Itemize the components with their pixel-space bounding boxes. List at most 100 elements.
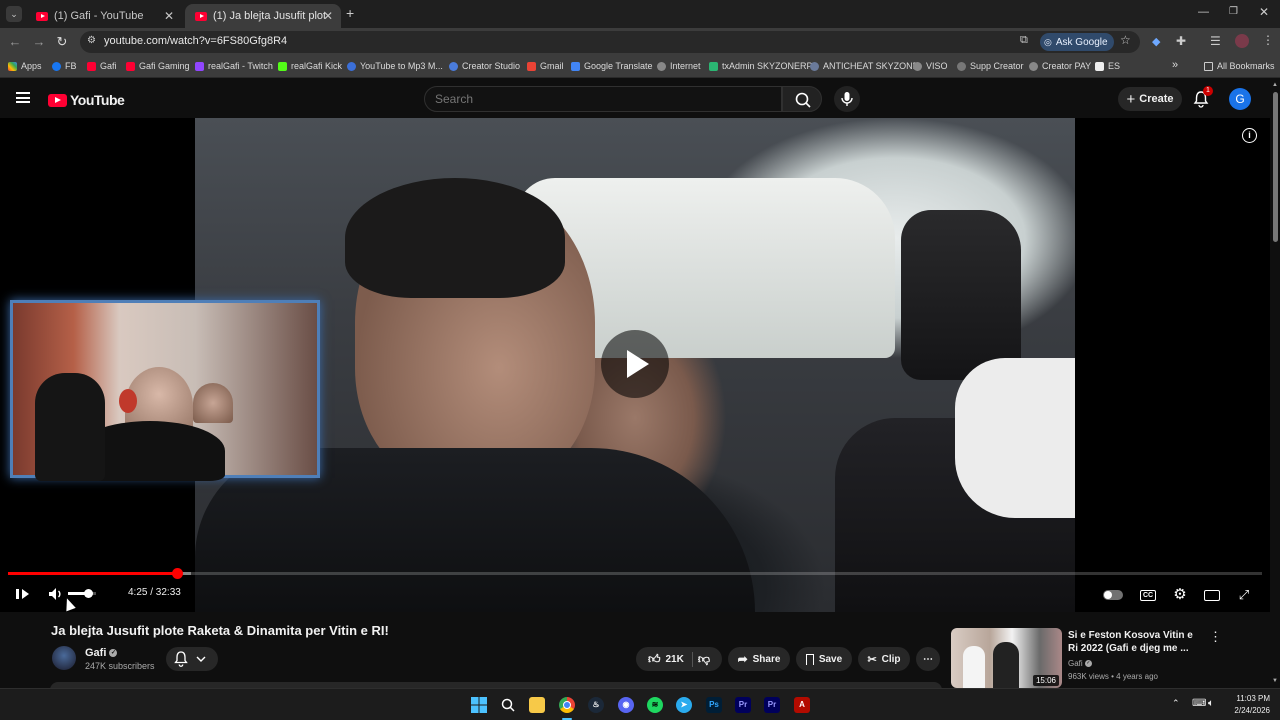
bookmark-realgafi-kick[interactable]: realGafi Kick (278, 61, 342, 71)
page-scrollbar[interactable]: ▲ ▼ (1270, 80, 1280, 688)
search-input[interactable] (424, 86, 782, 112)
fullscreen-button[interactable]: ⤢ (1234, 582, 1254, 606)
bookmark-apps[interactable]: Apps (8, 61, 42, 71)
more-actions-button[interactable]: ⋯ (916, 647, 940, 671)
address-bar[interactable]: ⚙ youtube.com/watch?v=6FS80Gfg8R4 ⧉ ☆ (80, 31, 1140, 53)
scroll-down-arrow-icon[interactable]: ▼ (1272, 678, 1278, 684)
windows-start-icon[interactable] (471, 697, 487, 713)
network-icon[interactable]: ⌨ (1192, 698, 1206, 709)
close-window-button[interactable]: ✕ (1259, 5, 1269, 19)
speaker-icon[interactable]: 🔈︎ (1208, 698, 1214, 709)
new-tab-button[interactable]: + (346, 5, 354, 21)
premiere-icon[interactable]: Pr (764, 697, 780, 713)
cast-icon[interactable]: ⧉ (1020, 34, 1028, 47)
voice-search-button[interactable] (834, 86, 860, 112)
related-video-meta: 963K views • 4 years ago (1068, 672, 1158, 681)
related-video-title[interactable]: Si e Feston Kosova Vitin e Ri 2022 (Gafi… (1068, 629, 1198, 655)
minimize-button[interactable]: — (1198, 6, 1209, 18)
channel-name[interactable]: Gafi ✓ (85, 647, 118, 659)
tab-gafi-youtube[interactable]: (1) Gafi - YouTube ✕ (26, 4, 182, 28)
bookmark-star-icon[interactable]: ☆ (1120, 33, 1131, 47)
video-player[interactable]: i 4:25 / 32:33 CC ⚙ ⤢ (0, 118, 1270, 612)
telegram-icon[interactable]: ➤ (676, 697, 692, 713)
bookmark-creator-pay[interactable]: Creator PAY (1029, 61, 1091, 71)
system-clock[interactable]: 11:03 PM 2/24/2026 (1224, 693, 1270, 717)
bookmark-es[interactable]: ES (1095, 61, 1120, 71)
tray-overflow-chevron-icon[interactable]: ⌃ (1172, 698, 1180, 709)
related-video-menu-icon[interactable]: ⋮ (1209, 629, 1222, 645)
share-button[interactable]: ➦ Share (728, 647, 790, 671)
autoplay-toggle[interactable] (1102, 582, 1124, 606)
steam-icon[interactable]: ♨ (588, 697, 604, 713)
forward-button[interactable]: → (30, 33, 48, 51)
related-video-thumbnail[interactable]: 15:06 (951, 628, 1062, 688)
video-info-icon[interactable]: i (1242, 128, 1257, 143)
notifications-button[interactable]: 1 (1192, 86, 1213, 108)
anticheat-icon (810, 61, 819, 71)
browser-menu-icon[interactable]: ⋮ (1262, 33, 1274, 47)
adobe-acrobat-icon[interactable]: A (794, 697, 810, 713)
ask-google-button[interactable]: ◎ Ask Google (1040, 33, 1114, 51)
site-info-icon[interactable]: ⚙ (87, 35, 96, 46)
subscription-bell-button[interactable] (166, 647, 218, 671)
save-button[interactable]: Save (796, 647, 852, 671)
url-text[interactable]: youtube.com/watch?v=6FS80Gfg8R4 (104, 35, 287, 47)
taskbar-search-icon[interactable] (500, 697, 516, 713)
extension-icon[interactable]: ◆ (1152, 35, 1160, 48)
settings-button[interactable]: ⚙ (1170, 582, 1190, 606)
bookmark-supp-creator[interactable]: Supp Creator (957, 61, 1024, 71)
related-video-channel[interactable]: Gafi ✓ (1068, 659, 1092, 668)
create-button[interactable]: + Create (1118, 87, 1182, 111)
discord-icon[interactable]: ◉ (618, 697, 634, 713)
bookmark-txadmin[interactable]: txAdmin SKYZONERP (709, 61, 813, 71)
progress-bar[interactable] (8, 568, 1262, 579)
account-avatar[interactable]: G (1229, 88, 1251, 110)
chrome-icon[interactable] (559, 697, 575, 713)
bookmark-gafi-gaming[interactable]: Gafi Gaming (126, 61, 190, 71)
profile-icon[interactable] (1235, 34, 1249, 48)
tab-current-video[interactable]: (1) Ja blejta Jusufit plote Raketa ✕ (185, 4, 341, 28)
bookmark-viso[interactable]: VISO (913, 61, 948, 71)
photoshop-icon[interactable]: Ps (706, 697, 722, 713)
youtube-logo[interactable]: YouTube (48, 92, 125, 108)
hamburger-menu-icon[interactable] (16, 92, 30, 103)
bell-icon (174, 651, 206, 667)
all-bookmarks-button[interactable]: All Bookmarks (1204, 61, 1275, 71)
bookmark-realgafi-twitch[interactable]: realGafi - Twitch (195, 61, 273, 71)
close-tab-icon[interactable]: ✕ (323, 9, 333, 23)
bookmark-google-translate[interactable]: Google Translate (571, 61, 653, 71)
progress-scrubber[interactable] (172, 568, 184, 579)
reload-button[interactable]: ↻ (53, 33, 71, 51)
bookmark-fb[interactable]: FB (52, 61, 77, 71)
restore-button[interactable]: ❐ (1229, 6, 1238, 17)
channel-avatar[interactable] (52, 646, 76, 670)
bookmark-gafi[interactable]: Gafi (87, 61, 117, 71)
share-label: Share (752, 653, 781, 665)
reading-list-icon[interactable]: ☰ (1210, 34, 1221, 48)
bookmark-internet[interactable]: Internet (657, 61, 701, 71)
bookmark-anticheat[interactable]: ANTICHEAT SKYZONE (810, 61, 919, 71)
extensions-puzzle-icon[interactable]: ✚ (1176, 34, 1186, 48)
tab-search-dropdown[interactable]: ⌄ (6, 6, 22, 22)
clip-button[interactable]: ✂ Clip (858, 647, 910, 671)
volume-slider[interactable] (68, 589, 96, 598)
subtitles-button[interactable]: CC (1138, 582, 1158, 606)
like-button[interactable]: 👍︎ 21K (648, 651, 693, 667)
theater-mode-button[interactable] (1202, 582, 1222, 606)
dislike-button[interactable]: 👎︎ (698, 652, 710, 667)
premiere-icon[interactable]: Pr (735, 697, 751, 713)
back-button[interactable]: ← (6, 33, 24, 51)
pause-button[interactable] (12, 582, 32, 606)
bookmark-youtube-to-mp3[interactable]: YouTube to Mp3 M... (347, 61, 443, 71)
spotify-icon[interactable]: ≋ (647, 697, 663, 713)
bookmarks-overflow-chevron-icon[interactable]: » (1172, 59, 1178, 71)
scrollbar-thumb[interactable] (1273, 92, 1278, 242)
bookmark-gmail[interactable]: Gmail (527, 61, 564, 71)
file-explorer-icon[interactable] (529, 697, 545, 713)
large-play-button[interactable] (601, 330, 669, 398)
close-tab-icon[interactable]: ✕ (164, 9, 174, 23)
bookmark-creator-studio[interactable]: Creator Studio (449, 61, 520, 71)
volume-knob[interactable] (83, 589, 93, 598)
scroll-up-arrow-icon[interactable]: ▲ (1272, 82, 1278, 88)
search-button[interactable] (782, 86, 822, 112)
